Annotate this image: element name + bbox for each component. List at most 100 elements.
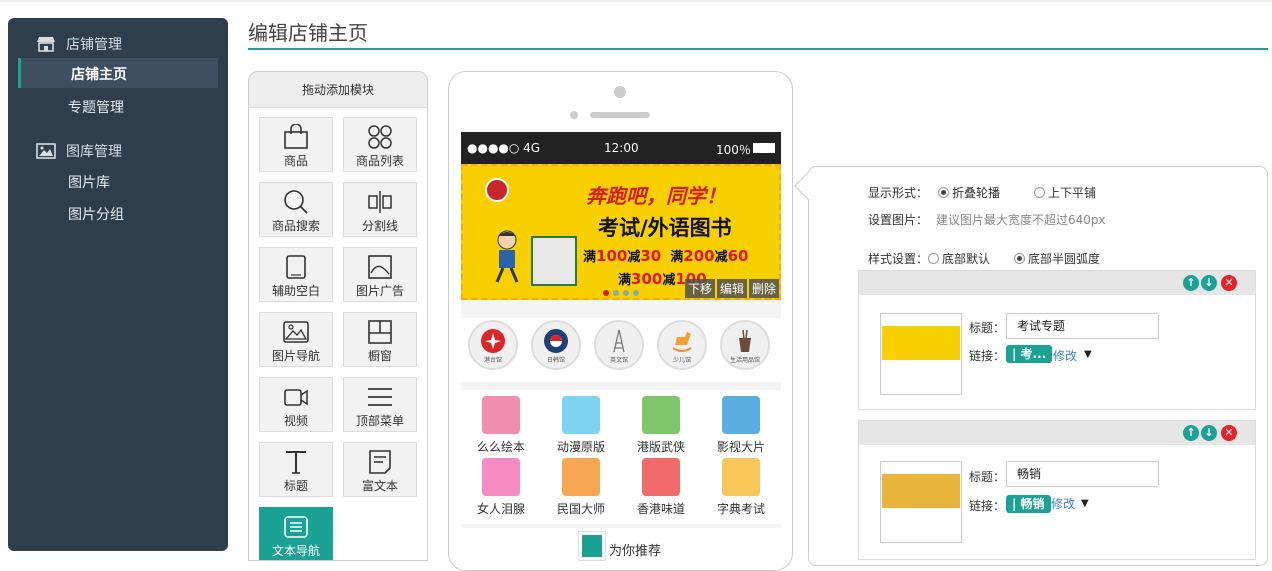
battery-icon (753, 143, 775, 153)
module-top-menu[interactable]: 顶部菜单 (343, 377, 417, 432)
grid-item[interactable]: 民国大师 (545, 458, 617, 517)
grid-item[interactable]: 港版武侠 (625, 396, 697, 455)
sidebar-group-label: 图库管理 (66, 144, 122, 160)
divider-icon (368, 191, 392, 213)
page-title: 编辑店铺主页 (248, 21, 368, 45)
banner-carousel[interactable]: 奔跑吧，同学！ 考试/外语图书 满100减30 满200减60 满300减100… (461, 164, 781, 300)
recommend-section[interactable]: 为你推荐 (461, 528, 781, 570)
title-label: 标题： (969, 321, 1006, 335)
module-title[interactable]: 标题 (259, 442, 333, 497)
title-input[interactable]: 畅销 (1006, 461, 1159, 487)
style-setting-label: 样式设置： (868, 252, 929, 266)
move-up-icon[interactable]: ↑ (1183, 275, 1199, 291)
banner-offer-line1: 满100减30 满200减60 (583, 247, 749, 265)
radio-bottom-arc[interactable] (1014, 253, 1026, 264)
image-setting-row: 设置图片： 建议图片最大宽度不超过640px (868, 211, 1106, 228)
sidebar-item-image-groups[interactable]: 图片分组 (68, 204, 124, 224)
thumbnail-image (882, 474, 960, 508)
module-window[interactable]: 橱窗 (343, 312, 417, 367)
menu-icon (368, 388, 392, 406)
top-divider (0, 0, 1272, 2)
title-input[interactable]: 考试专题 (1006, 313, 1159, 339)
grid-item[interactable]: 字典考试 (705, 458, 777, 517)
move-down-icon[interactable]: ↓ (1201, 275, 1217, 291)
student-figure-icon (495, 230, 519, 283)
module-label: 顶部菜单 (355, 414, 404, 428)
edit-button[interactable]: 编辑 (716, 279, 747, 298)
card-thumbnail[interactable] (880, 313, 962, 395)
sidebar-item-image-library[interactable]: 图片库 (68, 172, 110, 192)
link-tag[interactable]: | 畅销 (1006, 495, 1051, 513)
module-image-ad[interactable]: 图片广告 (343, 247, 417, 302)
module-palette: 拖动添加模块 商品 商品列表 商品搜索 分割线 辅助空白 图片广告 图片导航 橱… (248, 71, 428, 561)
radio-bottom-default[interactable] (928, 253, 940, 264)
link-tag[interactable]: | 考... (1006, 345, 1053, 363)
circle-nav-item[interactable]: 生活用品馆 (720, 320, 770, 370)
books-image (531, 236, 577, 286)
thumbnail-image (882, 326, 960, 360)
grid-item[interactable]: 动漫原版 (545, 396, 617, 455)
sidebar-group-store[interactable]: 店铺管理 (36, 34, 122, 54)
card-toolbar: ↑ ↓ ✕ (859, 421, 1255, 445)
anchor-icon (642, 458, 680, 496)
delete-icon[interactable]: ✕ (1221, 275, 1237, 291)
delete-icon[interactable]: ✕ (1221, 425, 1237, 441)
circles-grid-icon (368, 125, 392, 149)
circle-nav-item[interactable]: 英文馆 (594, 320, 644, 370)
banner-actions: 下移 编辑 删除 (684, 279, 779, 298)
module-video[interactable]: 视频 (259, 377, 333, 432)
grid-item[interactable]: 女人泪腺 (465, 458, 537, 517)
carousel-dots[interactable] (603, 290, 639, 296)
module-product-list[interactable]: 商品列表 (343, 117, 417, 172)
title-label: 标题： (969, 470, 1006, 484)
module-label: 图片广告 (355, 284, 404, 298)
circle-nav-item[interactable]: 少儿馆 (657, 320, 707, 370)
move-up-icon[interactable]: ↑ (1183, 425, 1199, 441)
window-icon (368, 320, 392, 344)
image-icon (36, 143, 56, 159)
module-label: 商品搜索 (271, 219, 320, 233)
module-text-nav[interactable]: 文本导航 (259, 507, 333, 560)
image-ad-icon (368, 255, 392, 279)
module-divider[interactable]: 分割线 (343, 182, 417, 237)
module-product[interactable]: 商品 (259, 117, 333, 172)
delete-button[interactable]: 删除 (748, 279, 779, 298)
phone-camera (614, 86, 626, 98)
module-label: 标题 (283, 479, 308, 493)
image-nav-icon (283, 321, 309, 343)
link-label: 链接： (969, 499, 1006, 513)
radio-fold-carousel[interactable] (938, 187, 950, 198)
module-label: 商品 (283, 154, 308, 168)
edit-link[interactable]: 修改 (1051, 495, 1075, 512)
move-down-button[interactable]: 下移 (684, 279, 715, 298)
recommend-title: 为你推荐 (609, 544, 662, 559)
banner-headline: 奔跑吧，同学！ (586, 184, 726, 208)
flower-flag-icon (481, 329, 505, 353)
card-thumbnail[interactable] (880, 461, 962, 543)
circle-nav-item[interactable]: 港台馆 (468, 320, 518, 370)
person-icon (562, 458, 600, 496)
grid-item[interactable]: 么么绘本 (465, 396, 537, 455)
sidebar-item-label: 店铺主页 (71, 67, 127, 83)
module-product-search[interactable]: 商品搜索 (259, 182, 333, 237)
radio-vertical-tile[interactable] (1034, 187, 1046, 198)
swords-icon (642, 396, 680, 434)
signal-indicator: ●●●●○ 4G (467, 141, 541, 155)
circle-nav-item[interactable]: 日韩馆 (531, 320, 581, 370)
sidebar-group-gallery[interactable]: 图库管理 (36, 141, 122, 161)
move-down-icon[interactable]: ↓ (1201, 425, 1217, 441)
video-icon (284, 389, 308, 406)
edit-link[interactable]: 修改 (1053, 347, 1077, 364)
chevron-down-icon[interactable]: ▼ (1084, 349, 1092, 360)
grid-item[interactable]: 香港味道 (625, 458, 697, 517)
module-blank-space[interactable]: 辅助空白 (259, 247, 333, 302)
module-image-nav[interactable]: 图片导航 (259, 312, 333, 367)
phone-screen: ●●●●○ 4G 12:00 100％ 奔跑吧，同学！ 考试/外语图书 满100… (461, 132, 781, 570)
chevron-down-icon[interactable]: ▼ (1081, 498, 1089, 509)
sidebar-item-topics[interactable]: 专题管理 (68, 97, 124, 117)
module-rich-text[interactable]: 富文本 (343, 442, 417, 497)
search-icon (284, 190, 308, 214)
grid-item[interactable]: 影视大片 (705, 396, 777, 455)
shopping-bag-icon (284, 124, 308, 149)
sidebar-item-store-home[interactable]: 店铺主页 (18, 58, 218, 88)
